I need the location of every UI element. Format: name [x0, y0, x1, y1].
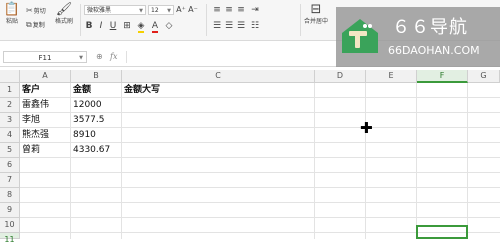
gridline: [365, 83, 366, 239]
watermark-logo-icon: [342, 19, 378, 53]
column-header-g[interactable]: G: [468, 70, 500, 83]
gridline: [121, 83, 122, 239]
font-name-select[interactable]: 微软雅黑 ▼: [84, 5, 146, 15]
font-size-select[interactable]: 12 ▼: [148, 5, 174, 15]
name-box[interactable]: F11 ▼: [3, 51, 87, 63]
underline-button[interactable]: U: [108, 20, 118, 32]
copy-icon: ⧉: [26, 20, 32, 29]
gridline: [314, 83, 315, 239]
row-header-1[interactable]: 1: [0, 83, 20, 98]
row-header-6[interactable]: 6: [0, 158, 20, 173]
column-header-d[interactable]: D: [315, 70, 366, 83]
cell-b5[interactable]: 4330.67: [71, 143, 110, 158]
column-header-e[interactable]: E: [366, 70, 417, 83]
function-icon[interactable]: fx: [110, 51, 117, 63]
italic-button[interactable]: I: [96, 20, 106, 32]
font-color-icon[interactable]: A: [150, 20, 160, 33]
gridline: [467, 83, 468, 239]
divider: [300, 4, 301, 36]
cell-a5[interactable]: 曾莉: [20, 143, 40, 158]
align-center-icon[interactable]: ☰: [224, 20, 234, 32]
spreadsheet-grid: A B C D E F G 1 2 3 4 5 6 7 8 9 10 11 客户…: [0, 70, 500, 244]
cell-b2[interactable]: 12000: [71, 98, 102, 113]
watermark: ６６导航 66DAOHAN.COM: [336, 7, 500, 67]
paste-icon: 📋: [3, 2, 21, 17]
gridline: [416, 83, 417, 239]
align-top-icon[interactable]: ≡: [212, 4, 222, 16]
watermark-url: 66DAOHAN.COM: [388, 44, 480, 57]
cell-b3[interactable]: 3577.5: [71, 113, 105, 128]
align-bottom-icon[interactable]: ≡: [236, 4, 246, 16]
divider: [80, 4, 81, 36]
paste-button[interactable]: 📋 粘贴: [0, 2, 24, 26]
cell-b4[interactable]: 8910: [71, 128, 96, 143]
divider: [206, 4, 207, 36]
row-header-10[interactable]: 10: [0, 218, 20, 233]
cell-c1[interactable]: 金额大写: [122, 83, 160, 98]
format-painter-button[interactable]: 🖌 格式刷: [52, 2, 76, 26]
align-middle-icon[interactable]: ≡: [224, 4, 234, 16]
decrease-font-icon[interactable]: A⁻: [188, 4, 198, 16]
row-header-9[interactable]: 9: [0, 203, 20, 218]
clear-format-icon[interactable]: ◇: [164, 20, 174, 32]
zoom-icon[interactable]: ⊕: [96, 51, 103, 63]
column-header-c[interactable]: C: [122, 70, 315, 83]
row-header-8[interactable]: 8: [0, 188, 20, 203]
distribute-icon[interactable]: ☷: [250, 20, 260, 32]
chevron-down-icon: ▼: [79, 55, 83, 61]
cell-a4[interactable]: 熊杰强: [20, 128, 49, 143]
align-right-icon[interactable]: ☰: [236, 20, 246, 32]
scissors-icon: ✂: [26, 6, 33, 15]
merge-icon: ⊟: [310, 2, 322, 17]
chevron-down-icon: ▼: [139, 8, 143, 14]
copy-button[interactable]: ⧉复制: [26, 20, 45, 31]
align-left-icon[interactable]: ☰: [212, 20, 222, 32]
merge-center-button[interactable]: ⊟ 合并居中: [304, 2, 328, 26]
row-header-4[interactable]: 4: [0, 128, 20, 143]
indent-icon[interactable]: ⇥: [250, 4, 260, 16]
column-header-b[interactable]: B: [71, 70, 122, 83]
row-header-3[interactable]: 3: [0, 113, 20, 128]
watermark-title: ６６导航: [392, 17, 468, 38]
brush-icon: 🖌: [55, 2, 73, 17]
cross-cursor-icon: ✚: [360, 119, 373, 137]
column-header-f[interactable]: F: [417, 70, 468, 83]
bold-button[interactable]: B: [84, 20, 94, 32]
row-header-5[interactable]: 5: [0, 143, 20, 158]
active-cell-f11[interactable]: [416, 225, 468, 239]
row-header-7[interactable]: 7: [0, 173, 20, 188]
cut-button[interactable]: ✂剪切: [26, 6, 46, 17]
cell-a1[interactable]: 客户: [20, 83, 40, 98]
row-header-2[interactable]: 2: [0, 98, 20, 113]
chevron-down-icon: ▼: [167, 8, 171, 14]
row-header-11[interactable]: 11: [0, 233, 20, 244]
cell-a2[interactable]: 雷鑫伟: [20, 98, 49, 113]
increase-font-icon[interactable]: A⁺: [176, 4, 186, 16]
column-header-a[interactable]: A: [20, 70, 71, 83]
cell-a3[interactable]: 李旭: [20, 113, 40, 128]
border-icon[interactable]: ⊞: [122, 20, 132, 32]
cell-b1[interactable]: 金额: [71, 83, 91, 98]
fill-color-icon[interactable]: ◈: [136, 20, 146, 33]
select-all-corner[interactable]: [0, 70, 20, 83]
